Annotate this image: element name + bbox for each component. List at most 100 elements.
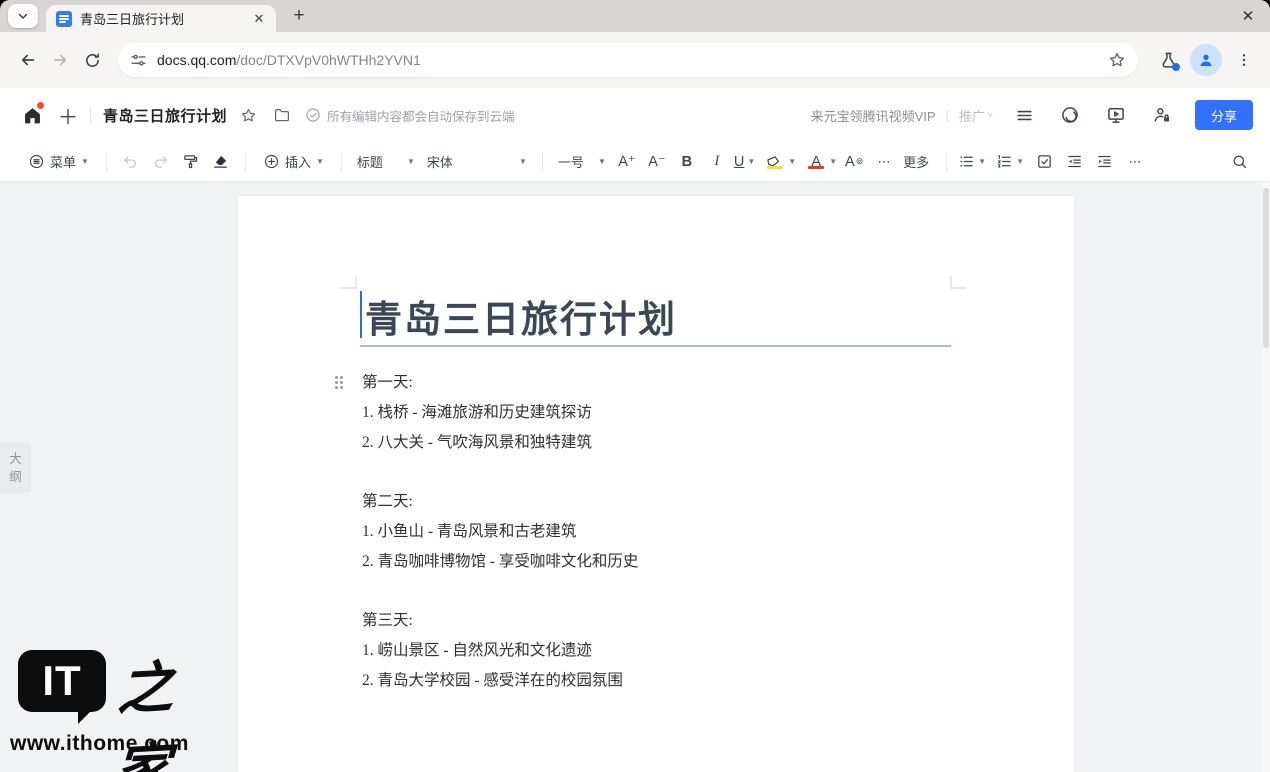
more-format-button[interactable]: ⋯ <box>871 149 897 175</box>
watermark-url: www.ithome.com <box>10 732 189 756</box>
folder-icon <box>273 106 291 124</box>
clear-format-button[interactable] <box>208 149 234 175</box>
forward-arrow-icon <box>51 51 69 69</box>
itinerary-line[interactable]: 1. 小鱼山 - 青岛风景和古老建筑 <box>362 517 638 547</box>
itinerary-line[interactable]: 2. 青岛咖啡博物馆 - 享受咖啡文化和历史 <box>362 547 638 577</box>
itinerary-line[interactable]: 1. 崂山景区 - 自然风光和文化遗迹 <box>362 636 638 666</box>
tab-close-icon[interactable]: ✕ <box>250 10 268 28</box>
insert-dropdown[interactable]: 插入 ▼ <box>257 148 330 175</box>
scrollbar[interactable] <box>1262 182 1270 772</box>
font-color-bar <box>808 166 824 169</box>
title-underline <box>360 345 951 347</box>
more-dropdown[interactable]: 更多 <box>901 148 935 175</box>
home-button[interactable] <box>18 101 46 129</box>
record-button[interactable] <box>1055 100 1085 130</box>
numbered-list-icon <box>996 153 1013 170</box>
paragraph-drag-handle[interactable] <box>335 376 345 391</box>
outdent-button[interactable] <box>1062 149 1088 175</box>
more-list-button[interactable]: ⋯ <box>1122 149 1148 175</box>
font-family-select[interactable]: 宋体▼ <box>423 148 531 175</box>
present-screen-icon <box>1106 105 1126 125</box>
document-body[interactable]: 第一天: 1. 栈桥 - 海滩旅游和历史建筑探访 2. 八大关 - 气吹海风景和… <box>362 368 638 696</box>
text-effects-button[interactable]: A⊚ <box>841 149 867 175</box>
promo-chevron-icon: ˅ <box>988 110 993 120</box>
autosave-status: 所有编辑内容都会自动保存到云端 <box>305 106 515 125</box>
url-host: docs.qq.com <box>157 52 236 68</box>
itinerary-line[interactable]: 2. 八大关 - 气吹海风景和独特建筑 <box>362 428 638 458</box>
paragraph-style-select[interactable]: 标题▼ <box>353 148 419 175</box>
chevron-down-icon: ▼ <box>81 157 89 166</box>
browser-tab[interactable]: 青岛三日旅行计划 ✕ <box>46 5 276 32</box>
permission-button[interactable] <box>1147 100 1177 130</box>
outline-tab[interactable]: 大纲 <box>0 443 31 493</box>
menu-circle-icon <box>28 153 45 170</box>
chevron-down-icon: ▼ <box>316 157 324 166</box>
profile-avatar[interactable] <box>1190 44 1222 76</box>
document-page[interactable]: 青岛三日旅行计划 第一天: 1. 栈桥 - 海滩旅游和历史建筑探访 2. 八大关… <box>238 196 1074 772</box>
reload-icon <box>84 52 101 69</box>
star-doc-button[interactable] <box>235 102 261 128</box>
numbered-list-button[interactable]: ▼ <box>996 153 1024 170</box>
underline-button[interactable]: U ▼ <box>734 154 755 170</box>
reload-button[interactable] <box>76 44 108 76</box>
font-value: 宋体 <box>427 152 453 171</box>
menu-dropdown[interactable]: 菜单▼ <box>22 148 95 175</box>
day-heading[interactable]: 第二天: <box>362 487 638 517</box>
url-field[interactable]: docs.qq.com/doc/DTXVpV0hWTHh2YVN1 <box>118 43 1138 77</box>
italic-button[interactable]: I <box>704 149 730 175</box>
promo-tag[interactable]: 推广 <box>959 106 985 125</box>
font-color-button[interactable]: A ▼ <box>806 154 837 170</box>
present-button[interactable] <box>1101 100 1131 130</box>
format-painter-button[interactable] <box>178 149 204 175</box>
font-size-select[interactable]: 一号▼ <box>554 148 610 175</box>
plus-circle-icon <box>263 153 280 170</box>
insert-label: 插入 <box>285 152 311 171</box>
url-text: docs.qq.com/doc/DTXVpV0hWTHh2YVN1 <box>157 52 1108 68</box>
itinerary-line[interactable]: 1. 栈桥 - 海滩旅游和历史建筑探访 <box>362 398 638 428</box>
vip-promo-link[interactable]: 来元宝领腾讯视频VIP <box>811 106 936 125</box>
chevron-down-icon: ▼ <box>1016 157 1024 166</box>
new-tab-button[interactable]: + <box>286 3 312 29</box>
redo-button[interactable] <box>148 149 174 175</box>
doc-menu-button[interactable] <box>1009 100 1039 130</box>
back-button[interactable] <box>12 44 44 76</box>
increase-font-button[interactable]: A⁺ <box>614 149 640 175</box>
share-button[interactable]: 分享 <box>1195 100 1253 130</box>
experiments-button[interactable] <box>1152 44 1184 76</box>
forward-button[interactable] <box>44 44 76 76</box>
outdent-icon <box>1066 153 1083 170</box>
flask-notification-dot <box>1172 63 1180 71</box>
undo-button[interactable] <box>118 149 144 175</box>
browser-menu-button[interactable] <box>1228 44 1260 76</box>
highlight-button[interactable]: ▼ <box>765 154 796 170</box>
bookmark-star-icon[interactable] <box>1108 51 1126 69</box>
header-right-cluster: 来元宝领腾讯视频VIP | 推广 ˅ 分享 <box>811 100 1253 130</box>
itinerary-line[interactable]: 2. 青岛大学校园 - 感受洋在的校园氛围 <box>362 666 638 696</box>
bullet-list-button[interactable]: ▼ <box>958 153 986 170</box>
bold-button[interactable]: B <box>674 149 700 175</box>
checklist-button[interactable] <box>1032 149 1058 175</box>
document-title[interactable]: 青岛三日旅行计划 <box>365 289 677 343</box>
window-close-icon[interactable]: ✕ <box>1238 6 1258 26</box>
style-value: 标题 <box>357 152 383 171</box>
size-value: 一号 <box>558 152 584 171</box>
margin-mark-right <box>950 276 966 289</box>
checkbox-icon <box>1036 153 1053 170</box>
text-cursor <box>360 291 362 338</box>
day-heading[interactable]: 第三天: <box>362 606 638 636</box>
tab-search-button[interactable] <box>8 4 38 28</box>
doc-title[interactable]: 青岛三日旅行计划 <box>103 105 227 126</box>
divider <box>106 153 107 171</box>
new-doc-button[interactable]: ＋ <box>58 101 78 130</box>
indent-button[interactable] <box>1092 149 1118 175</box>
day-heading[interactable]: 第一天: <box>362 368 638 398</box>
chevron-down-icon: ▼ <box>747 157 755 166</box>
search-button[interactable] <box>1226 149 1252 175</box>
doc-favicon-icon <box>56 11 72 27</box>
kebab-menu-icon <box>1236 52 1252 68</box>
highlight-color-bar <box>767 166 783 169</box>
move-to-folder-button[interactable] <box>269 102 295 128</box>
decrease-font-button[interactable]: A⁻ <box>644 149 670 175</box>
scrollbar-thumb[interactable] <box>1263 188 1269 348</box>
star-icon <box>240 107 257 124</box>
